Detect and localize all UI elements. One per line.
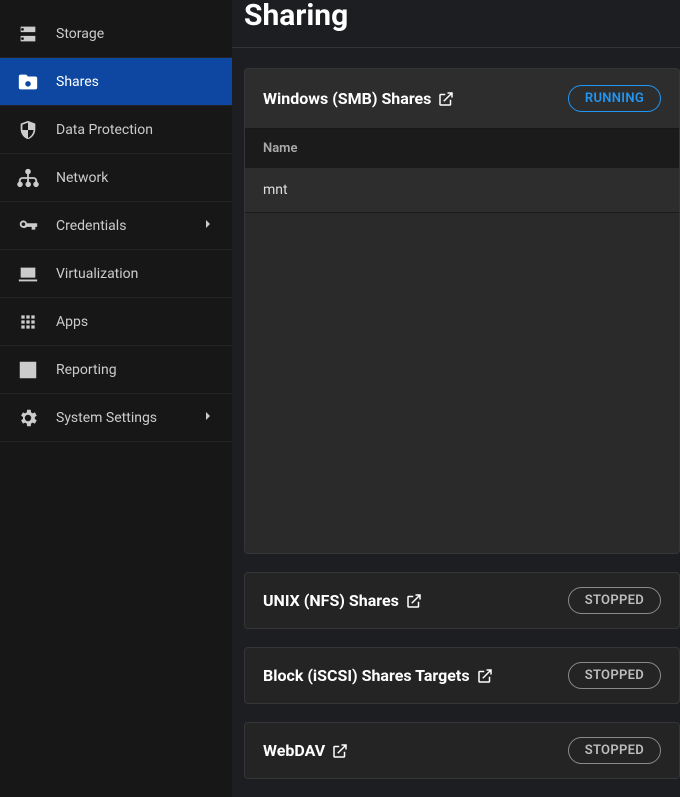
sidebar: Storage Shares Data Protection Network C…: [0, 0, 232, 797]
sidebar-item-apps[interactable]: Apps: [0, 298, 232, 346]
panel-title-text: UNIX (NFS) Shares: [263, 591, 399, 610]
table-row[interactable]: mnt: [245, 168, 679, 213]
panels: Windows (SMB) Shares RUNNING Name mnt UN…: [232, 48, 680, 779]
sidebar-item-virtualization[interactable]: Virtualization: [0, 250, 232, 298]
panel-smb: Windows (SMB) Shares RUNNING Name mnt: [244, 68, 680, 554]
status-running-pill[interactable]: RUNNING: [568, 85, 661, 112]
gear-icon: [16, 406, 40, 430]
smb-table: Name mnt: [245, 128, 679, 553]
chart-icon: [16, 358, 40, 382]
sidebar-label: Reporting: [56, 362, 216, 378]
open-in-new-icon[interactable]: [437, 90, 455, 108]
page-title: Sharing: [232, 0, 680, 48]
storage-icon: [16, 22, 40, 46]
panel-header-nfs: UNIX (NFS) Shares STOPPED: [245, 573, 679, 628]
smb-empty-area: [245, 213, 679, 553]
status-stopped-pill[interactable]: STOPPED: [568, 737, 661, 764]
apps-icon: [16, 310, 40, 334]
sidebar-label: Apps: [56, 314, 216, 330]
panel-nfs: UNIX (NFS) Shares STOPPED: [244, 572, 680, 629]
sidebar-item-system-settings[interactable]: System Settings: [0, 394, 232, 442]
sidebar-label: Data Protection: [56, 122, 216, 138]
sidebar-label: Virtualization: [56, 266, 216, 282]
panel-header-smb: Windows (SMB) Shares RUNNING: [245, 69, 679, 128]
sidebar-item-network[interactable]: Network: [0, 154, 232, 202]
sidebar-item-credentials[interactable]: Credentials: [0, 202, 232, 250]
sidebar-label: Network: [56, 170, 216, 186]
sidebar-item-storage[interactable]: Storage: [0, 10, 232, 58]
sidebar-item-reporting[interactable]: Reporting: [0, 346, 232, 394]
panel-title-text: Windows (SMB) Shares: [263, 89, 431, 108]
sidebar-label: System Settings: [56, 410, 200, 426]
chevron-right-icon: [200, 408, 216, 428]
sidebar-label: Shares: [56, 74, 216, 90]
sidebar-item-data-protection[interactable]: Data Protection: [0, 106, 232, 154]
chevron-right-icon: [200, 216, 216, 236]
open-in-new-icon[interactable]: [405, 592, 423, 610]
key-icon: [16, 214, 40, 238]
sidebar-item-shares[interactable]: Shares: [0, 58, 232, 106]
panel-webdav: WebDAV STOPPED: [244, 722, 680, 779]
panel-title-text: WebDAV: [263, 741, 325, 760]
main-content: Sharing Windows (SMB) Shares RUNNING Nam…: [232, 0, 680, 797]
shares-icon: [16, 70, 40, 94]
panel-title-text: Block (iSCSI) Shares Targets: [263, 666, 470, 685]
sidebar-label: Storage: [56, 26, 216, 42]
laptop-icon: [16, 262, 40, 286]
network-icon: [16, 166, 40, 190]
sidebar-label: Credentials: [56, 218, 200, 234]
shield-icon: [16, 118, 40, 142]
table-header-name: Name: [245, 129, 679, 168]
open-in-new-icon[interactable]: [331, 742, 349, 760]
status-stopped-pill[interactable]: STOPPED: [568, 587, 661, 614]
open-in-new-icon[interactable]: [476, 667, 494, 685]
panel-header-webdav: WebDAV STOPPED: [245, 723, 679, 778]
status-stopped-pill[interactable]: STOPPED: [568, 662, 661, 689]
panel-header-iscsi: Block (iSCSI) Shares Targets STOPPED: [245, 648, 679, 703]
panel-iscsi: Block (iSCSI) Shares Targets STOPPED: [244, 647, 680, 704]
panel-title-smb: Windows (SMB) Shares: [263, 89, 455, 108]
panel-title-nfs: UNIX (NFS) Shares: [263, 591, 423, 610]
panel-title-iscsi: Block (iSCSI) Shares Targets: [263, 666, 494, 685]
panel-title-webdav: WebDAV: [263, 741, 349, 760]
